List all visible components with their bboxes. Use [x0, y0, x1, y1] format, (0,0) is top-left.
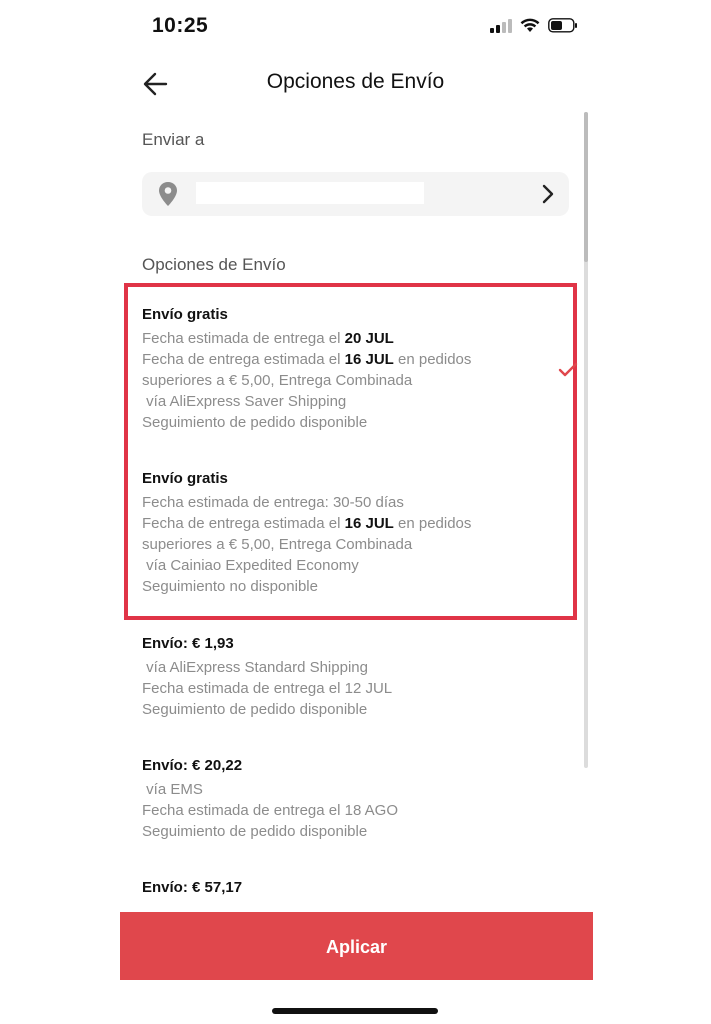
option-line: Fecha estimada de entrega el 20 JUL: [142, 330, 394, 347]
option-line: Fecha estimada de entrega: 30-50 días: [142, 494, 404, 511]
home-indicator[interactable]: [272, 1008, 438, 1014]
option-line: superiores a € 5,00, Entrega Combinada: [142, 536, 413, 553]
shipping-option-5[interactable]: Envío: € 57,17: [142, 877, 562, 901]
chevron-right-icon: [541, 184, 555, 209]
option-line: vía AliExpress Standard Shipping: [142, 659, 368, 676]
battery-icon: [548, 18, 577, 33]
option-line: Seguimiento de pedido disponible: [142, 823, 368, 840]
option-line: Seguimiento de pedido disponible: [142, 701, 368, 718]
option-line: Fecha de entrega estimada el 16 JUL en p…: [142, 351, 472, 368]
option-line: vía AliExpress Saver Shipping: [142, 393, 347, 410]
address-text: [196, 182, 424, 204]
address-selector[interactable]: [142, 172, 569, 216]
option-title: Envío gratis: [142, 306, 228, 323]
option-title: Envío gratis: [142, 470, 228, 487]
option-line: Fecha de entrega estimada el 16 JUL en p…: [142, 515, 472, 532]
apply-button[interactable]: Aplicar: [120, 912, 593, 980]
shipping-option-4[interactable]: Envío: € 20,22 vía EMS Fecha estimada de…: [142, 755, 562, 842]
option-title: Envío: € 20,22: [142, 757, 243, 774]
page-title: Opciones de Envío: [266, 70, 445, 93]
status-time: 10:25: [152, 14, 209, 37]
option-line: superiores a € 5,00, Entrega Combinada: [142, 372, 413, 389]
shipping-option-2[interactable]: Envío gratis Fecha estimada de entrega: …: [142, 468, 562, 597]
option-line: Seguimiento no disponible: [142, 578, 318, 595]
ship-to-label: Enviar a: [142, 130, 205, 149]
location-pin-icon: [158, 181, 178, 212]
option-line: Seguimiento de pedido disponible: [142, 414, 368, 431]
wifi-icon: [520, 18, 540, 32]
shipping-options-label: Opciones de Envío: [142, 255, 286, 274]
signal-icon: [490, 18, 512, 33]
selected-check-icon: [558, 362, 578, 383]
shipping-option-1[interactable]: Envío gratis Fecha estimada de entrega e…: [142, 304, 562, 433]
option-line: Fecha estimada de entrega el 18 AGO: [142, 802, 398, 819]
option-title: Envío: € 1,93: [142, 635, 234, 652]
option-line: vía Cainiao Expedited Economy: [142, 557, 359, 574]
scrollbar-thumb[interactable]: [584, 112, 588, 262]
option-title: Envío: € 57,17: [142, 879, 243, 896]
option-line: vía EMS: [142, 781, 203, 798]
status-icons: [490, 18, 578, 33]
option-line: Fecha estimada de entrega el 12 JUL: [142, 680, 393, 697]
shipping-option-3[interactable]: Envío: € 1,93 vía AliExpress Standard Sh…: [142, 633, 562, 720]
